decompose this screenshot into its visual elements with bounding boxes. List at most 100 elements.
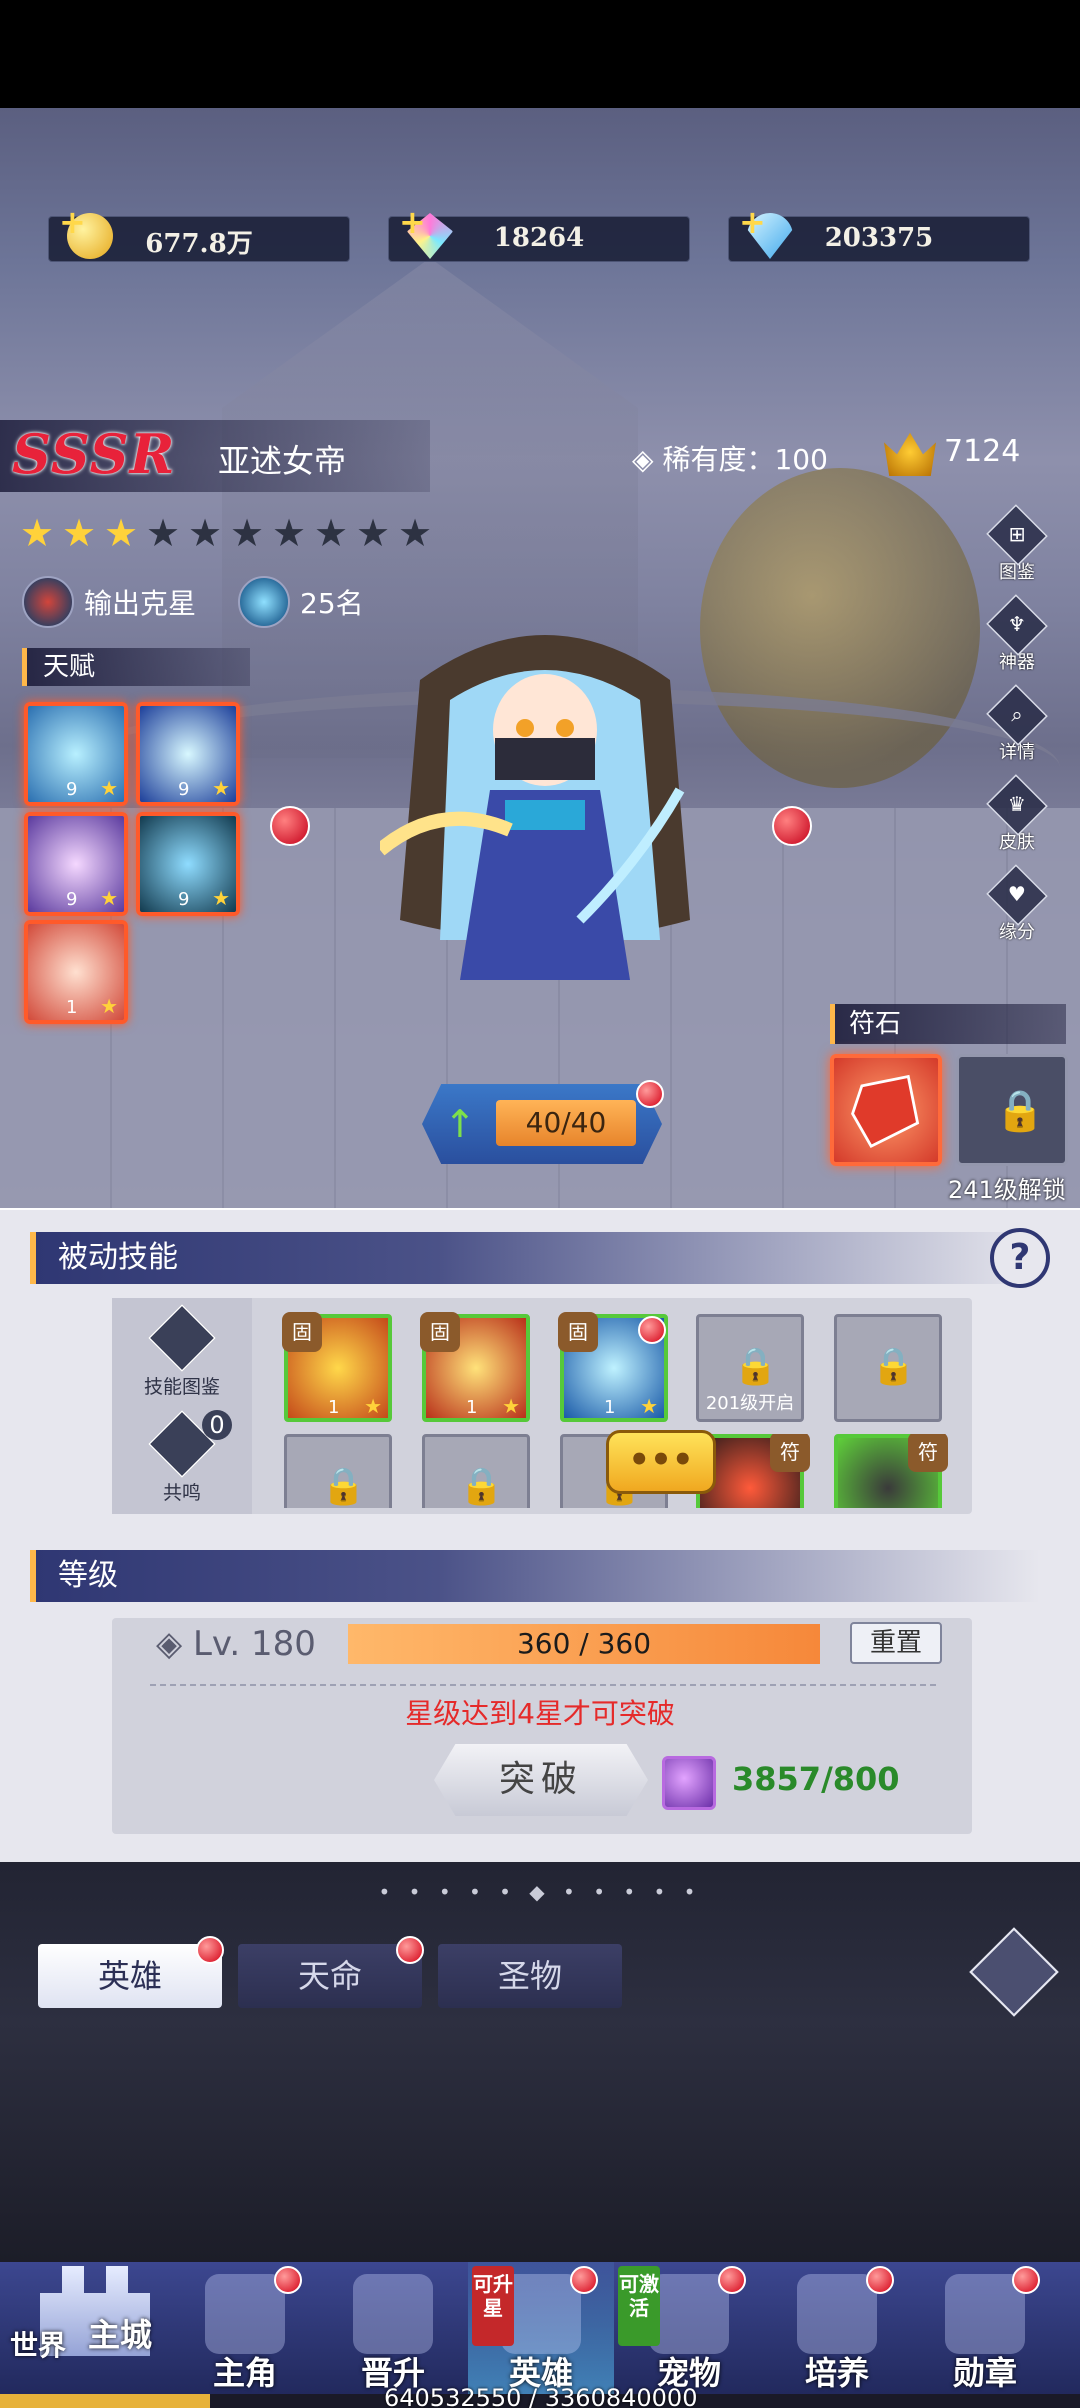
currency-diamond[interactable]: + 203375 [728,203,1030,262]
skill-handbook-button[interactable]: 技能图鉴 [128,1304,236,1399]
notification-dot [636,1080,664,1108]
fixed-tag: 固 [420,1312,460,1352]
star-icon: ★ [229,511,265,555]
upgrade-arrow-icon: ↑ [444,1102,476,1146]
tab-hero[interactable]: 英雄 [38,1944,222,2008]
protagonist-icon [205,2274,285,2354]
rune-title: 符石 [830,1004,1066,1044]
passive-skill-title: 被动技能 [30,1232,1040,1284]
crossed-swords-icon [22,576,74,628]
star-icon: ★ [212,886,230,910]
nav-label: 培养 [804,2354,869,2392]
star-icon: ★ [61,511,97,555]
notification-dot [638,1316,666,1344]
lock-icon: 🔒 [995,1088,1045,1134]
chat-bubble-icon[interactable]: ••• [606,1430,716,1494]
hero-weapon-orb-right[interactable] [772,806,812,846]
player-exp-text: 640532550 / 3360840000 [384,2384,698,2408]
talent-wind[interactable]: 9 ★ [24,812,128,916]
skill-fire[interactable]: 固 1 ★ [420,1312,530,1422]
breakthrough-warning: 星级达到4星才可突破 [405,1697,675,1730]
skill-slot-locked[interactable]: 🔒 201级开启 [696,1314,804,1422]
skill-rune-green[interactable]: 符 [834,1434,948,1508]
talent-level: 1 [66,997,78,1018]
star-icon: ★ [187,511,223,555]
tab-relic[interactable]: 圣物 [438,1944,622,2008]
hero-rank-tag[interactable]: 25名 [238,576,364,628]
reset-button[interactable]: 重置 [850,1622,942,1664]
talent-level: 9 [66,779,78,800]
star-icon: ★ [313,511,349,555]
breakthrough-cost: 3857/800 [732,1760,900,1798]
hero-weapon-orb-left[interactable] [270,806,310,846]
side-btn-details[interactable]: ⌕ 详情 [982,684,1052,768]
lock-icon: 🔒 [321,1466,366,1507]
skill-level: 1 [328,1397,340,1418]
talent-vortex[interactable]: 9 ★ [136,812,240,916]
hero-character[interactable] [380,620,710,1000]
rune-slot-2[interactable]: 🔒 [956,1054,1068,1166]
currency-gold-value: 677.8万 [145,229,253,259]
status-bar [0,0,1080,108]
magnifier-icon: ⌕ [1011,702,1023,727]
hero-rarity: ◈ 稀有度：100 [632,443,828,476]
notification-dot [570,2266,598,2294]
upgrade-level-badge[interactable]: ↑ 40/40 [422,1084,662,1164]
star-icon: ★ [19,511,55,555]
talent-level: 9 [178,779,190,800]
side-btn-handbook[interactable]: ⊞ 图鉴 [982,504,1052,588]
talent-ice-crystal[interactable]: 9 ★ [136,702,240,806]
upgrade-level-value: 40/40 [496,1100,636,1146]
hero-role-tag[interactable]: 输出克星 [22,576,196,628]
lock-icon: 🔒 [733,1346,778,1387]
fixed-tag: 固 [282,1312,322,1352]
talent-level: 9 [178,889,190,910]
side-btn-skin[interactable]: ♛ 皮肤 [982,774,1052,858]
help-button[interactable]: ? [990,1228,1050,1288]
currency-diamond-value: 203375 [824,223,934,253]
level-label-text: Lv. 180 [192,1624,316,1664]
star-icon: ★ [640,1394,658,1418]
level-label: ◈ Lv. 180 [156,1624,316,1664]
skill-slot-locked[interactable]: 🔒 [284,1434,392,1508]
notification-dot [866,2266,894,2294]
rune-slot-1[interactable] [830,1054,942,1166]
purple-orb-icon [662,1756,716,1810]
skill-slot-locked[interactable]: 🔒 [834,1314,942,1422]
star-icon: ★ [145,511,181,555]
lock-icon: 🔒 [871,1346,916,1387]
notification-dot [1012,2266,1040,2294]
talent-boot[interactable]: 1 ★ [24,920,128,1024]
currency-gold[interactable]: + 677.8万 [48,203,350,262]
hero-stars: ★ ★ ★ ★ ★ ★ ★ ★ ★ ★ [18,514,434,552]
talent-dragon[interactable]: 9 ★ [24,702,128,806]
skill-level: 1 [604,1397,616,1418]
skill-shield[interactable]: 固 1 ★ [282,1312,392,1422]
promote-icon [353,2274,433,2354]
currency-gem-value: 18264 [493,223,585,253]
divider: • • • • • ◆ • • • • • [378,1880,702,1904]
side-btn-artifact[interactable]: ♆ 神器 [982,594,1052,678]
nav-world[interactable]: 世界 [10,2324,66,2364]
tab-destiny[interactable]: 天命 [238,1944,422,2008]
skill-level: 1 [466,1397,478,1418]
talent-title: 天赋 [22,648,250,686]
skill-handbook-label: 技能图鉴 [143,1376,220,1398]
lock-icon: 🔒 [459,1466,504,1507]
skill-book-icon [148,1304,216,1372]
cultivate-icon [797,2274,877,2354]
rune-stone-icon [851,1074,920,1149]
notification-dot [274,2266,302,2294]
wind-element-icon [238,576,290,628]
resonance-label: 共鸣 [162,1482,201,1504]
player-exp-fill [0,2394,210,2408]
star-icon: ★ [100,776,118,800]
skill-unlock-text: 201级开启 [705,1393,795,1414]
currency-gem[interactable]: + 18264 [388,203,690,262]
skill-slot-locked[interactable]: 🔒 [422,1434,530,1508]
rune-tag: 符 [908,1434,948,1472]
breakthrough-button[interactable]: 突破 [434,1744,648,1816]
side-btn-bond[interactable]: ♥ 缘分 [982,864,1052,948]
hero-grade: SSSR [12,422,176,486]
star-icon: ★ [271,511,307,555]
